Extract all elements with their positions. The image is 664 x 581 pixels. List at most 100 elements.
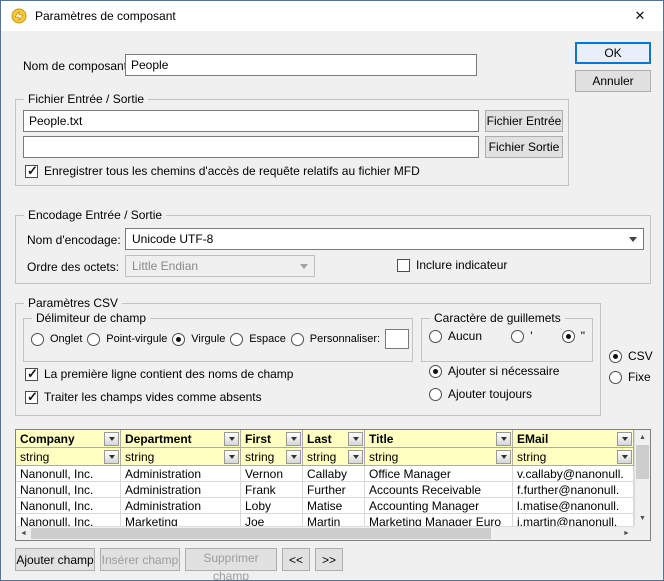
column-type-select[interactable]: string <box>241 448 303 466</box>
component-name-input[interactable] <box>125 54 477 76</box>
save-relative-paths-checkbox[interactable]: Enregistrer tous les chemins d'accès de … <box>25 164 420 178</box>
add-field-button[interactable]: Ajouter champ <box>15 548 95 571</box>
chevron-down-icon[interactable] <box>104 432 119 446</box>
custom-delimiter-input[interactable] <box>385 329 409 349</box>
delimiter-space-label: Espace <box>249 333 286 345</box>
chevron-down-icon[interactable] <box>496 450 511 464</box>
horizontal-scrollbar[interactable]: ◄ ► <box>16 526 634 540</box>
delimiter-space-radio[interactable]: Espace <box>230 333 286 346</box>
quote-options-row: Aucun ' " <box>429 329 585 343</box>
quote-char-group-title: Caractère de guillemets <box>430 311 565 325</box>
delimiter-semicolon-radio[interactable]: Point-virgule <box>87 333 167 346</box>
close-button[interactable]: ✕ <box>617 1 663 31</box>
format-csv-radio[interactable]: CSV <box>609 349 653 363</box>
scroll-down-icon[interactable]: ▼ <box>635 511 650 526</box>
include-bom-checkbox[interactable]: Inclure indicateur <box>397 258 507 272</box>
chevron-down-icon <box>624 230 642 248</box>
column-type-select[interactable]: string <box>365 448 513 466</box>
format-fixed-label: Fixe <box>628 370 651 384</box>
file-io-group-title: Fichier Entrée / Sortie <box>24 92 148 106</box>
column-header-label: Title <box>369 432 393 446</box>
column-type-label: string <box>20 450 49 464</box>
chevron-down-icon[interactable] <box>496 432 511 446</box>
column-type-label: string <box>245 450 274 464</box>
table-cell: Further <box>303 482 365 498</box>
radio-unselected-icon <box>511 330 524 343</box>
chevron-down-icon[interactable] <box>224 432 239 446</box>
input-file-field[interactable] <box>23 110 479 132</box>
delimiter-custom-radio[interactable]: Personnaliser: <box>291 333 380 346</box>
scroll-up-icon[interactable]: ▲ <box>635 430 650 445</box>
column-type-select[interactable]: string <box>513 448 634 466</box>
scroll-left-icon[interactable]: ◄ <box>16 527 31 540</box>
first-row-fieldnames-checkbox[interactable]: La première ligne contient des noms de c… <box>25 367 293 381</box>
output-file-field[interactable] <box>23 136 479 158</box>
table-cell: Administration <box>121 498 241 514</box>
empty-fields-absent-checkbox[interactable]: Traiter les champs vides comme absents <box>25 390 262 404</box>
delimiter-comma-label: Virgule <box>191 333 225 345</box>
quote-double-radio[interactable]: " <box>562 329 585 343</box>
column-header[interactable]: Title <box>365 430 513 448</box>
table-cell: Administration <box>121 466 241 482</box>
table-cell: Callaby <box>303 466 365 482</box>
radio-selected-icon <box>609 350 622 363</box>
encoding-name-select[interactable]: Unicode UTF-8 <box>125 228 644 250</box>
chevron-down-icon[interactable] <box>224 450 239 464</box>
quote-add-if-needed-label: Ajouter si nécessaire <box>448 364 559 378</box>
table-cell: Nanonull, Inc. <box>16 482 121 498</box>
column-type-label: string <box>517 450 546 464</box>
insert-field-button: Insérer champ <box>100 548 180 571</box>
table-cell: Nanonull, Inc. <box>16 514 121 526</box>
column-header[interactable]: EMail <box>513 430 634 448</box>
table-cell: Joe <box>241 514 303 526</box>
column-type-select[interactable]: string <box>121 448 241 466</box>
cancel-button[interactable]: Annuler <box>575 70 651 92</box>
csv-settings-group-title: Paramètres CSV <box>24 296 122 310</box>
quote-single-radio[interactable]: ' <box>511 329 532 343</box>
column-header[interactable]: Department <box>121 430 241 448</box>
table-cell: Loby <box>241 498 303 514</box>
chevron-down-icon[interactable] <box>104 450 119 464</box>
horizontal-scroll-thumb[interactable] <box>31 528 491 539</box>
table-cell: Accounting Manager <box>365 498 513 514</box>
table-cell: Office Manager <box>365 466 513 482</box>
chevron-down-icon[interactable] <box>348 450 363 464</box>
move-field-right-button[interactable]: >> <box>315 548 343 571</box>
delimiter-tab-radio[interactable]: Onglet <box>31 333 82 346</box>
column-header[interactable]: First <box>241 430 303 448</box>
include-bom-label: Inclure indicateur <box>416 258 507 272</box>
chevron-down-icon[interactable] <box>617 432 632 446</box>
output-file-button[interactable]: Fichier Sortie <box>485 136 563 158</box>
encoding-name-value: Unicode UTF-8 <box>132 232 213 246</box>
table-cell: l.matise@nanonull. <box>513 498 634 514</box>
vertical-scroll-thumb[interactable] <box>636 445 649 479</box>
chevron-down-icon[interactable] <box>286 432 301 446</box>
scrollbar-corner <box>634 526 650 540</box>
checkbox-checked-icon <box>25 368 38 381</box>
input-file-button[interactable]: Fichier Entrée <box>485 110 563 132</box>
table-cell: Nanonull, Inc. <box>16 498 121 514</box>
quote-add-always-label: Ajouter toujours <box>448 387 532 401</box>
table-cell: Nanonull, Inc. <box>16 466 121 482</box>
column-header[interactable]: Company <box>16 430 121 448</box>
checkbox-unchecked-icon <box>397 259 410 272</box>
scroll-right-icon[interactable]: ► <box>619 527 634 540</box>
column-header[interactable]: Last <box>303 430 365 448</box>
field-delimiter-group-title: Délimiteur de champ <box>32 311 150 325</box>
format-fixed-radio[interactable]: Fixe <box>609 370 651 384</box>
column-type-select[interactable]: string <box>16 448 121 466</box>
chevron-down-icon[interactable] <box>348 432 363 446</box>
quote-add-always-radio[interactable]: Ajouter toujours <box>429 387 532 401</box>
column-type-label: string <box>307 450 336 464</box>
chevron-down-icon[interactable] <box>286 450 301 464</box>
quote-none-radio[interactable]: Aucun <box>429 329 482 343</box>
vertical-scrollbar[interactable]: ▲ ▼ <box>634 430 650 526</box>
move-field-left-button[interactable]: << <box>282 548 310 571</box>
table-cell: Marketing Manager Euro <box>365 514 513 526</box>
column-type-select[interactable]: string <box>303 448 365 466</box>
quote-add-if-needed-radio[interactable]: Ajouter si nécessaire <box>429 364 559 378</box>
chevron-down-icon[interactable] <box>617 450 632 464</box>
field-preview-table: Company Department First Last Title EMai… <box>15 429 651 541</box>
delimiter-comma-radio[interactable]: Virgule <box>172 333 225 346</box>
ok-button[interactable]: OK <box>575 42 651 64</box>
